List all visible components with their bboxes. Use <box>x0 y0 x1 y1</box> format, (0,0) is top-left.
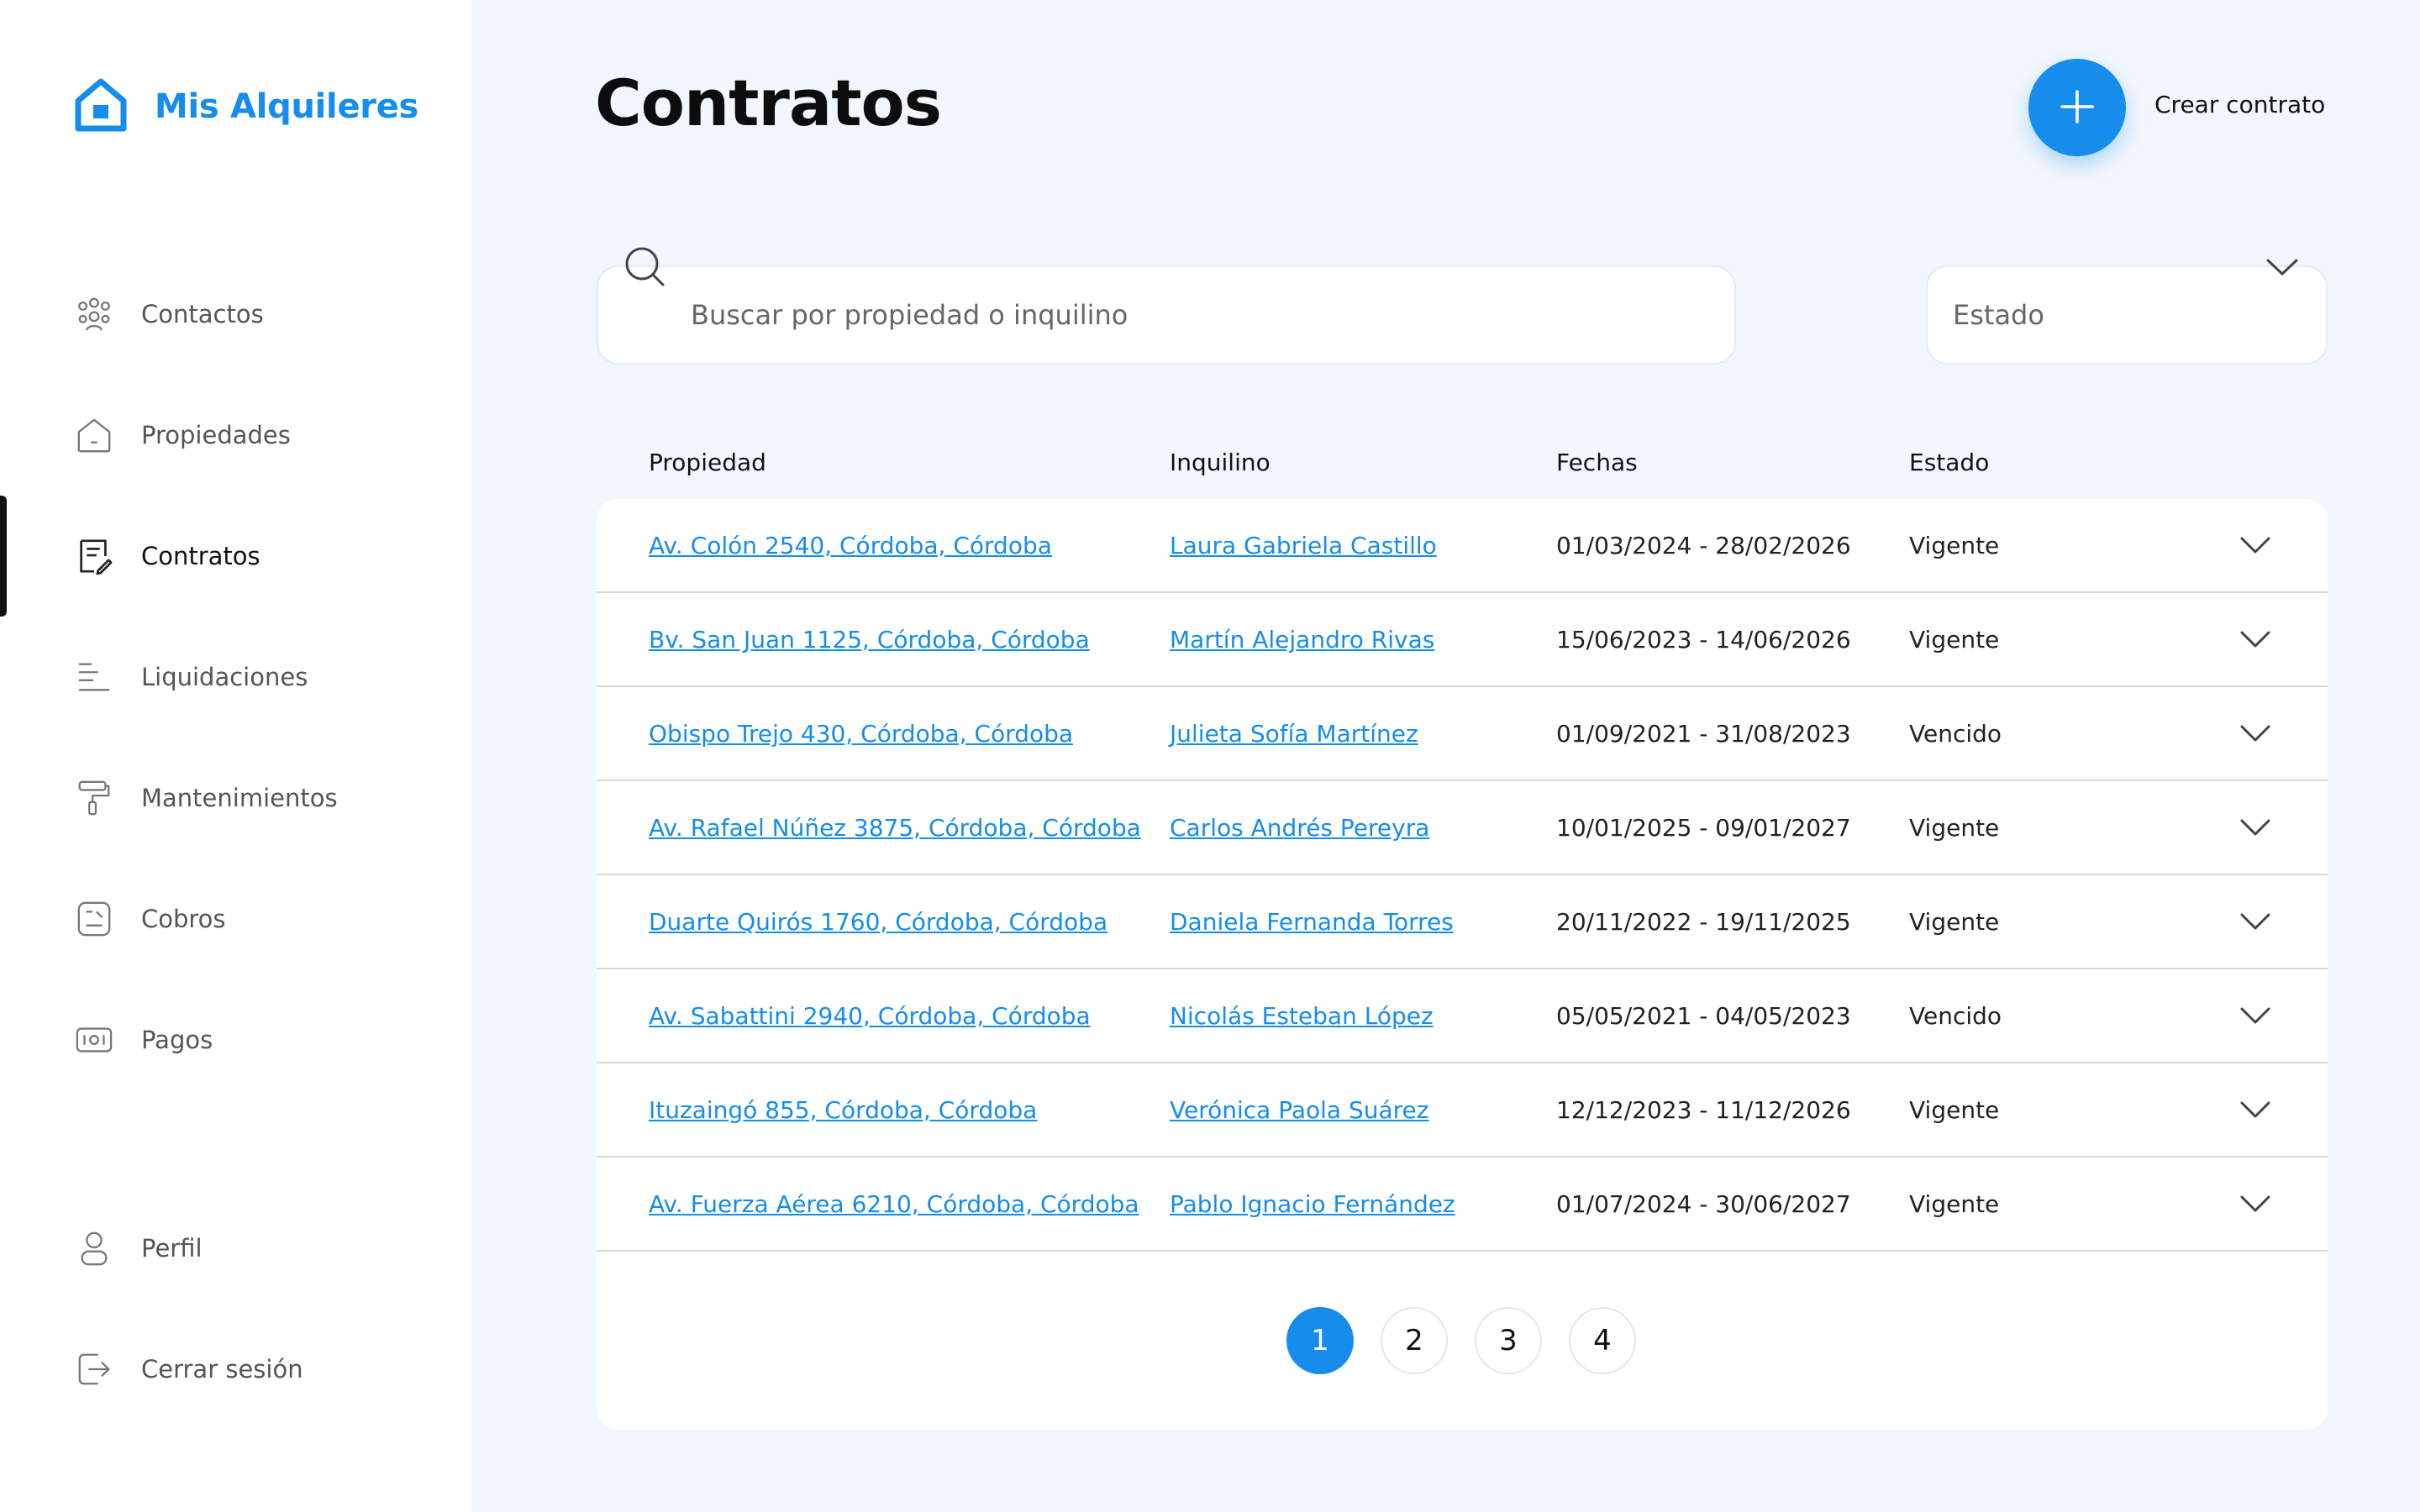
contacts-icon <box>74 294 114 334</box>
property-link[interactable]: Av. Colón 2540, Córdoba, Córdoba <box>649 499 1052 591</box>
contract-status: Vencido <box>1909 1001 2002 1030</box>
contract-status: Vigente <box>1909 531 2000 559</box>
contract-dates: 01/09/2021 - 31/08/2023 <box>1556 719 1851 748</box>
property-link[interactable]: Av. Sabattini 2940, Córdoba, Córdoba <box>649 969 1091 1062</box>
property-link[interactable]: Duarte Quirós 1760, Córdoba, Córdoba <box>649 875 1107 968</box>
sidebar-item-label: Mantenimientos <box>141 784 338 812</box>
contract-status: Vigente <box>1909 813 2000 842</box>
sidebar-item-mantenimientos[interactable]: Mantenimientos <box>0 738 471 858</box>
expand-row-chevron-icon[interactable] <box>2238 1003 2272 1028</box>
paint-roller-icon <box>74 778 114 818</box>
sidebar-item-cobros[interactable]: Cobros <box>0 858 471 979</box>
plus-icon <box>2059 88 2096 128</box>
table-row: Av. Colón 2540, Córdoba, Córdoba Laura G… <box>597 499 2328 593</box>
property-link[interactable]: Obispo Trejo 430, Córdoba, Córdoba <box>649 687 1073 780</box>
contracts-table: Av. Colón 2540, Córdoba, Córdoba Laura G… <box>597 499 2328 1430</box>
column-header-propiedad: Propiedad <box>649 449 766 476</box>
page-button-2[interactable]: 2 <box>1381 1307 1448 1374</box>
page-button-1[interactable]: 1 <box>1286 1307 1354 1374</box>
sidebar-item-perfil[interactable]: Perfil <box>0 1188 471 1309</box>
tenant-link[interactable]: Carlos Andrés Pereyra <box>1170 781 1429 874</box>
home-icon <box>74 77 128 136</box>
sidebar-item-label: Contratos <box>141 542 260 570</box>
expand-row-chevron-icon[interactable] <box>2238 721 2272 746</box>
table-row: Av. Fuerza Aérea 6210, Córdoba, Córdoba … <box>597 1158 2328 1252</box>
property-link[interactable]: Av. Rafael Núñez 3875, Córdoba, Córdoba <box>649 781 1141 874</box>
sidebar-item-label: Propiedades <box>141 421 291 449</box>
expand-row-chevron-icon[interactable] <box>2238 627 2272 652</box>
create-contract-button[interactable] <box>2028 59 2126 156</box>
sidebar-item-contratos[interactable]: Contratos <box>0 496 471 617</box>
sidebar-item-label: Cobros <box>141 905 226 933</box>
table-row: Obispo Trejo 430, Córdoba, Córdoba Julie… <box>597 687 2328 781</box>
contract-icon <box>74 536 114 576</box>
sidebar-item-label: Liquidaciones <box>141 663 308 691</box>
table-row: Av. Rafael Núñez 3875, Córdoba, Córdoba … <box>597 781 2328 875</box>
sidebar-item-label: Contactos <box>141 300 264 328</box>
estado-filter-select[interactable]: Estado <box>1926 259 2328 365</box>
contract-dates: 12/12/2023 - 11/12/2026 <box>1556 1095 1851 1124</box>
create-contract-label[interactable]: Crear contrato <box>2154 91 2325 118</box>
banknote-icon <box>74 1020 114 1060</box>
contract-dates: 01/03/2024 - 28/02/2026 <box>1556 531 1851 559</box>
brand-name: Mis Alquileres <box>155 87 419 126</box>
column-header-inquilino: Inquilino <box>1170 449 1270 476</box>
lines-icon <box>74 657 114 697</box>
sidebar-item-liquidaciones[interactable]: Liquidaciones <box>0 617 471 738</box>
sidebar-item-label: Cerrar sesión <box>141 1355 303 1383</box>
page-title: Contratos <box>595 66 942 140</box>
expand-row-chevron-icon[interactable] <box>2238 1191 2272 1216</box>
column-header-estado: Estado <box>1909 449 1990 476</box>
property-link[interactable]: Ituzaingó 855, Córdoba, Córdoba <box>649 1063 1037 1156</box>
table-row: Ituzaingó 855, Córdoba, Córdoba Verónica… <box>597 1063 2328 1158</box>
user-icon <box>74 1228 114 1268</box>
page-button-3[interactable]: 3 <box>1475 1307 1542 1374</box>
sidebar-item-pagos[interactable]: Pagos <box>0 979 471 1100</box>
sidebar: Mis Alquileres Contactos Propiedades Con… <box>0 0 471 1512</box>
tenant-link[interactable]: Daniela Fernanda Torres <box>1170 875 1454 968</box>
expand-row-chevron-icon[interactable] <box>2238 533 2272 558</box>
logout-icon <box>74 1349 114 1389</box>
contract-status: Vigente <box>1909 907 2000 936</box>
table-row: Av. Sabattini 2940, Córdoba, Córdoba Nic… <box>597 969 2328 1063</box>
tenant-link[interactable]: Julieta Sofía Martínez <box>1170 687 1418 780</box>
tenant-link[interactable]: Verónica Paola Suárez <box>1170 1063 1428 1156</box>
property-link[interactable]: Bv. San Juan 1125, Córdoba, Córdoba <box>649 593 1090 685</box>
contract-dates: 05/05/2021 - 04/05/2023 <box>1556 1001 1851 1030</box>
sidebar-item-cerrar-sesion[interactable]: Cerrar sesión <box>0 1309 471 1430</box>
contract-dates: 10/01/2025 - 09/01/2027 <box>1556 813 1851 842</box>
sidebar-item-contactos[interactable]: Contactos <box>0 254 471 375</box>
table-row: Bv. San Juan 1125, Córdoba, Córdoba Mart… <box>597 593 2328 687</box>
contract-status: Vigente <box>1909 1095 2000 1124</box>
tenant-link[interactable]: Pablo Ignacio Fernández <box>1170 1158 1455 1250</box>
tenant-link[interactable]: Laura Gabriela Castillo <box>1170 499 1437 591</box>
tenant-link[interactable]: Nicolás Esteban López <box>1170 969 1434 1062</box>
expand-row-chevron-icon[interactable] <box>2238 1097 2272 1122</box>
search-box <box>597 247 1736 365</box>
contract-dates: 01/07/2024 - 30/06/2027 <box>1556 1189 1851 1218</box>
search-input[interactable] <box>691 290 1699 340</box>
receipt-icon <box>74 899 114 939</box>
sidebar-item-label: Perfil <box>141 1234 203 1263</box>
sidebar-item-label: Pagos <box>141 1026 213 1054</box>
contract-status: Vigente <box>1909 1189 2000 1218</box>
tenant-link[interactable]: Martín Alejandro Rivas <box>1170 593 1434 685</box>
contract-dates: 20/11/2022 - 19/11/2025 <box>1556 907 1851 936</box>
house-icon <box>74 415 114 455</box>
contract-dates: 15/06/2023 - 14/06/2026 <box>1556 625 1851 654</box>
brand[interactable]: Mis Alquileres <box>74 77 418 136</box>
property-link[interactable]: Av. Fuerza Aérea 6210, Córdoba, Córdoba <box>649 1158 1139 1250</box>
table-row: Duarte Quirós 1760, Córdoba, Córdoba Dan… <box>597 875 2328 969</box>
contract-status: Vigente <box>1909 625 2000 654</box>
contract-status: Vencido <box>1909 719 2002 748</box>
sidebar-item-propiedades[interactable]: Propiedades <box>0 375 471 496</box>
filter-value: Estado <box>1953 299 2044 331</box>
column-header-fechas: Fechas <box>1556 449 1638 476</box>
expand-row-chevron-icon[interactable] <box>2238 909 2272 934</box>
expand-row-chevron-icon[interactable] <box>2238 815 2272 840</box>
page-button-4[interactable]: 4 <box>1569 1307 1636 1374</box>
